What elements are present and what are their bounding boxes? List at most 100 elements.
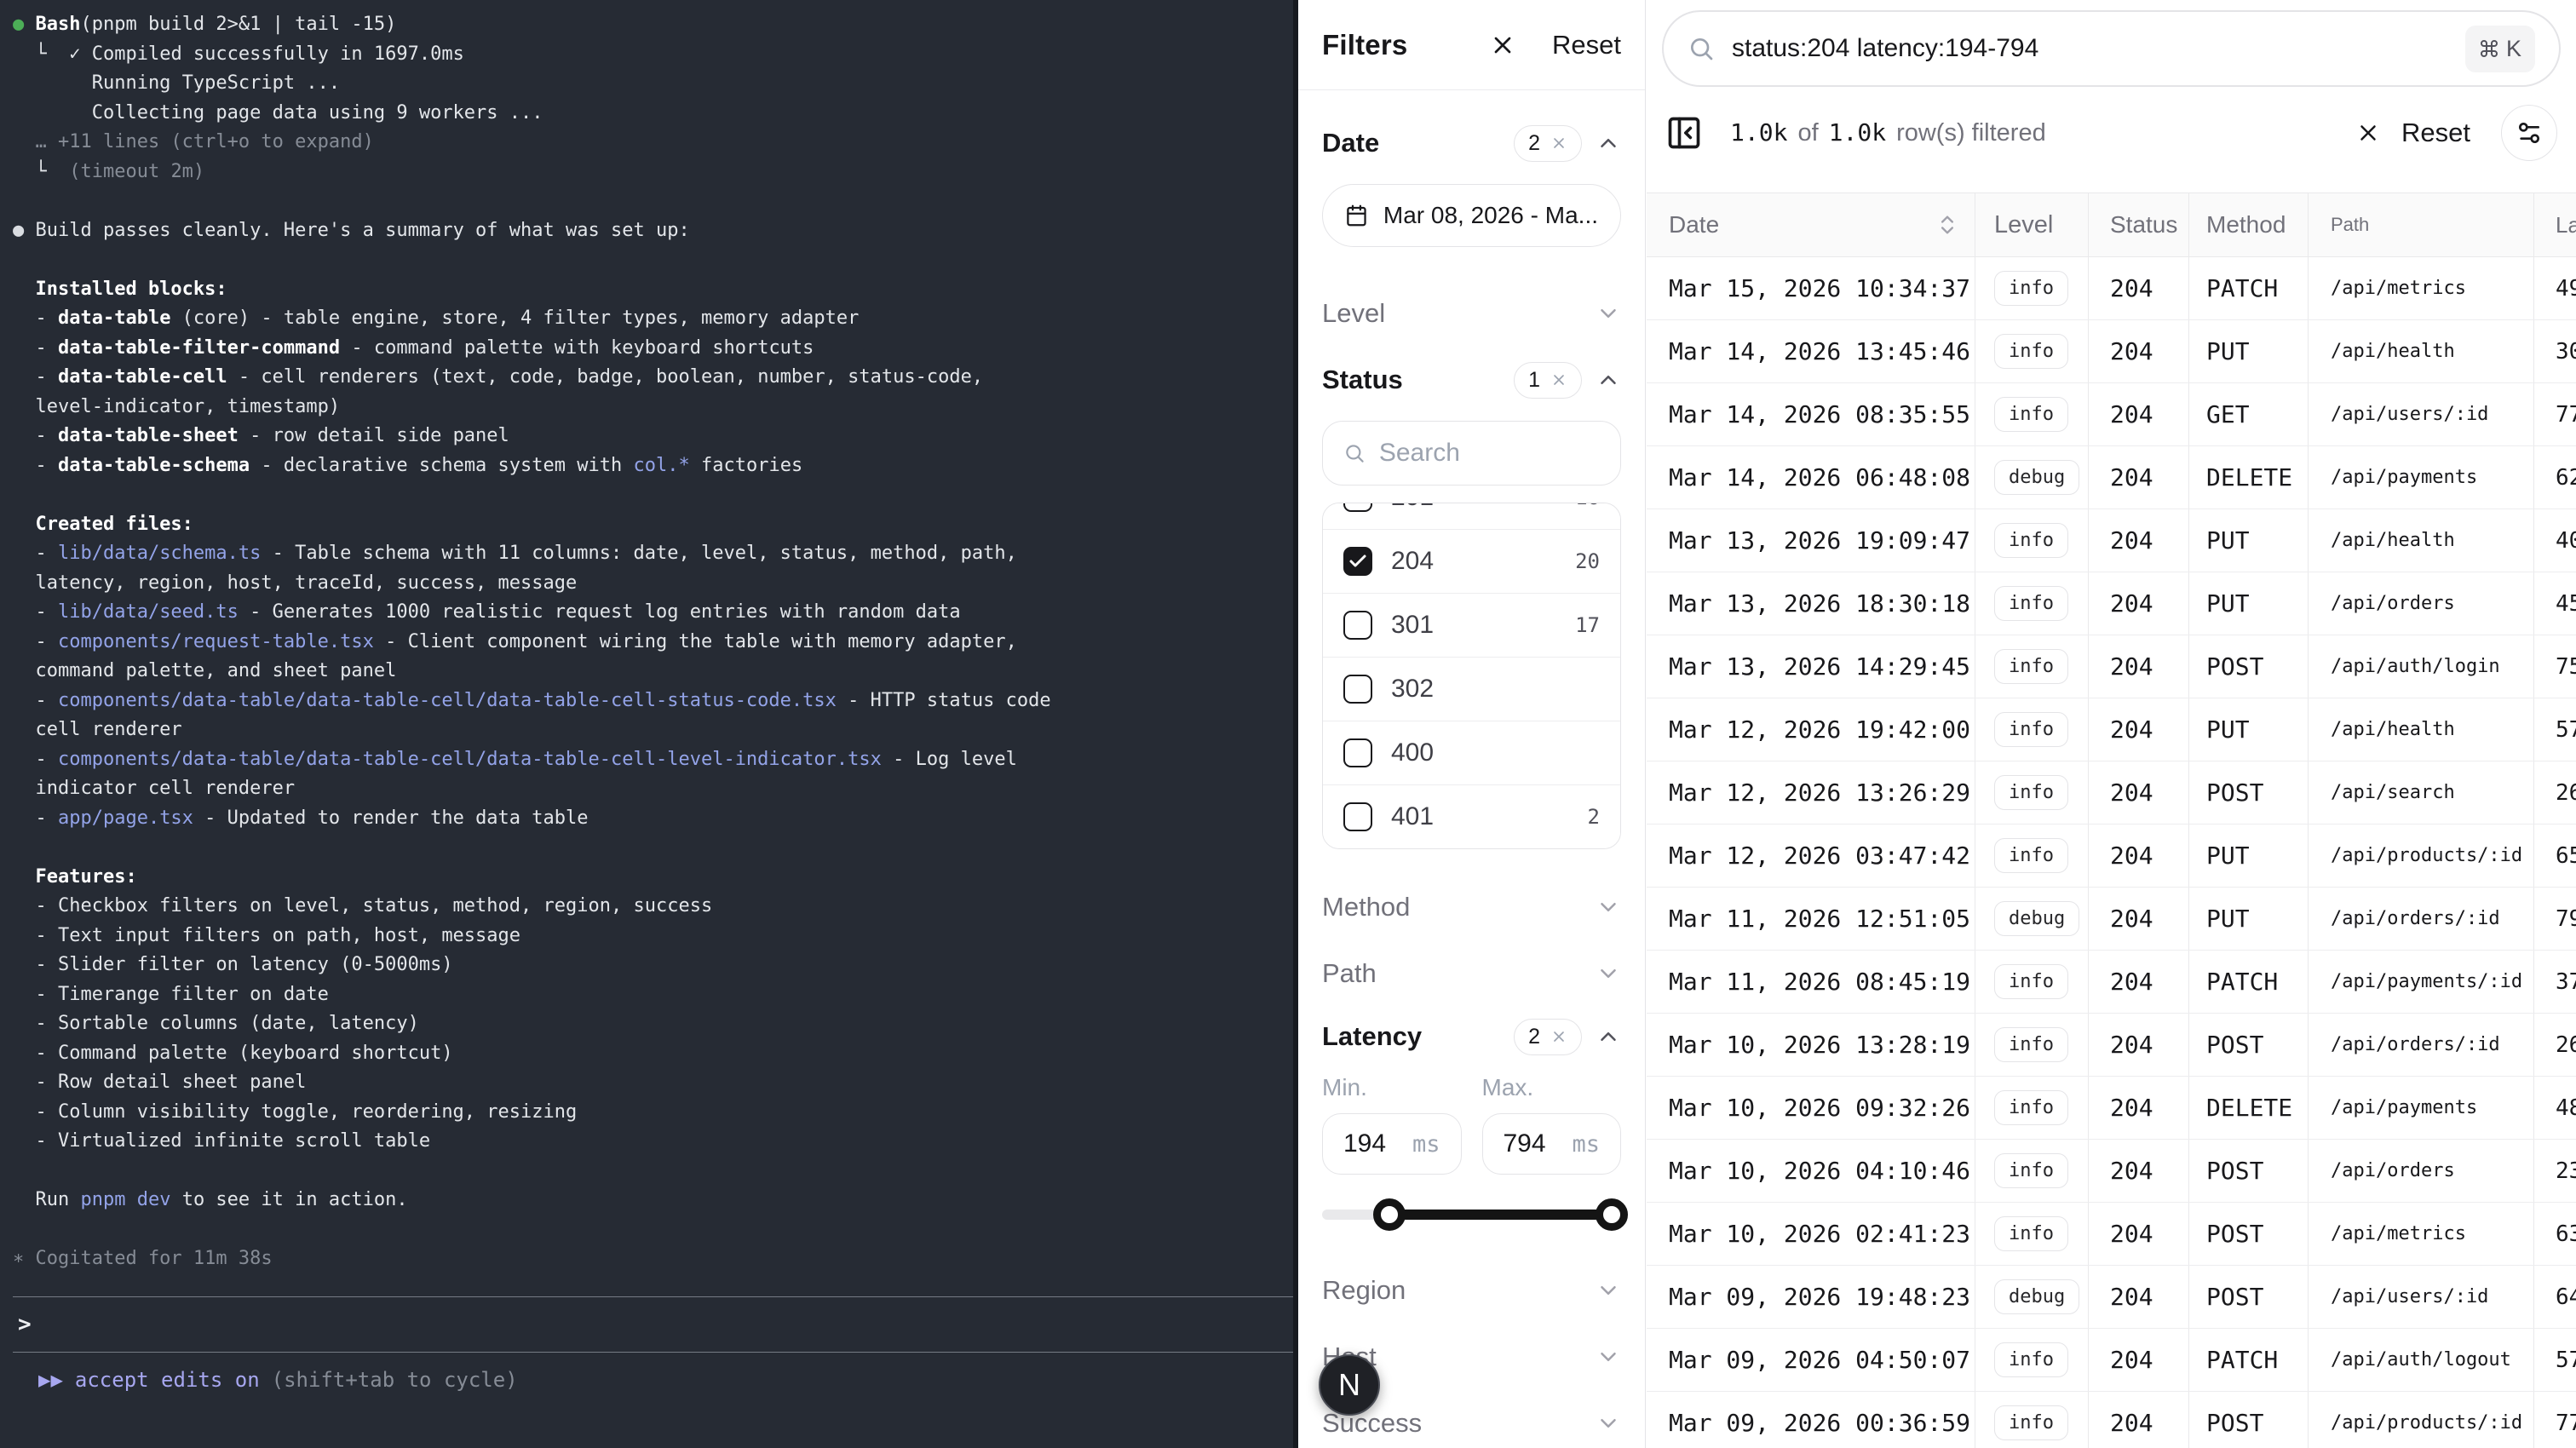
column-header-path[interactable]: Path [2309,193,2534,256]
chevron-up-icon [1596,1024,1621,1049]
table-row[interactable]: Mar 09, 2026 04:50:07info204PATCH/api/au… [1647,1329,2576,1392]
column-header-date[interactable]: Date [1647,193,1975,256]
terminal-line: - data-table-schema - declarative schema… [13,451,1288,481]
date-filter-count-badge[interactable]: 2 [1514,125,1582,162]
terminal-line: - Checkbox filters on level, status, met… [13,892,1288,922]
terminal-input[interactable]: > [13,1297,1288,1352]
table-search-input[interactable] [1732,34,2448,63]
column-header-status[interactable]: Status [2089,193,2189,256]
table-row[interactable]: Mar 09, 2026 19:48:23debug204POST/api/us… [1647,1266,2576,1329]
terminal-line: cell renderer [13,715,1288,745]
table-row[interactable]: Mar 11, 2026 12:51:05debug204PUT/api/ord… [1647,888,2576,951]
table-row[interactable]: Mar 14, 2026 13:45:46info204PUT/api/heal… [1647,320,2576,383]
column-header-method[interactable]: Method [2189,193,2309,256]
nextjs-devtools-button[interactable]: N [1319,1354,1380,1416]
terminal-line: └ ✓ Compiled successfully in 1697.0ms [13,40,1288,70]
filter-label-level: Level [1322,298,1385,329]
level-badge: info [1994,271,2068,306]
table-row[interactable]: Mar 10, 2026 13:28:19info204POST/api/ord… [1647,1014,2576,1077]
table-row[interactable]: Mar 14, 2026 08:35:55info204GET/api/user… [1647,383,2576,446]
filter-section-region[interactable]: Region [1322,1272,1621,1309]
chevron-down-icon [1596,894,1621,920]
filter-section-status[interactable]: Status 1 [1322,361,1621,399]
status-option-301[interactable]: 30117 [1323,593,1620,657]
checkbox-icon [1343,802,1372,831]
table-row[interactable]: Mar 11, 2026 08:45:19info204PATCH/api/pa… [1647,951,2576,1014]
nextjs-logo: N [1338,1367,1360,1403]
terminal-line: - lib/data/schema.ts - Table schema with… [13,539,1288,569]
filters-panel: Filters Reset Date 2 Mar 08, 2026 - Ma..… [1298,0,1646,1448]
filter-section-date[interactable]: Date 2 [1322,124,1621,162]
filter-section-path[interactable]: Path [1322,955,1621,992]
table-row[interactable]: Mar 14, 2026 06:48:08debug204DELETE/api/… [1647,446,2576,509]
column-header-latency[interactable]: Latency [2534,193,2576,256]
terminal-status-bar: ▶▶accept edits on(shift+tab to cycle) [13,1368,1288,1392]
terminal-line [13,187,1288,216]
status-option-302[interactable]: 302 [1323,657,1620,721]
terminal-line [13,245,1288,275]
table-row[interactable]: Mar 13, 2026 19:09:47info204PUT/api/heal… [1647,509,2576,572]
latency-max-label: Max. [1482,1074,1622,1101]
table-row[interactable]: Mar 13, 2026 14:29:45info204POST/api/aut… [1647,635,2576,698]
table-toolbar: 1.0kof1.0krow(s) filtered Reset [1647,94,2576,172]
prompt-caret: > [13,1312,32,1337]
level-badge: debug [1994,460,2079,495]
clear-filters-button[interactable] [2355,120,2381,146]
table-row[interactable]: Mar 10, 2026 04:10:46info204POST/api/ord… [1647,1140,2576,1203]
level-badge: info [1994,1216,2068,1251]
terminal-line: - app/page.tsx - Updated to render the d… [13,804,1288,834]
status-option-204[interactable]: 20420 [1323,529,1620,593]
latency-min-label: Min. [1322,1074,1462,1101]
view-options-button[interactable] [2501,105,2557,161]
table-row[interactable]: Mar 09, 2026 00:36:59info204POST/api/pro… [1647,1392,2576,1448]
level-badge: info [1994,712,2068,747]
level-badge: info [1994,649,2068,684]
status-option-400[interactable]: 400 [1323,721,1620,784]
filter-section-method[interactable]: Method [1322,888,1621,926]
sidebar-toggle-button[interactable] [1665,114,1703,152]
latency-min-value: 194 [1343,1129,1386,1158]
filters-reset-button[interactable]: Reset [1552,30,1621,60]
chevron-down-icon [1596,1411,1621,1436]
status-search-box [1322,421,1621,486]
latency-min-field[interactable]: 194 ms [1322,1113,1462,1175]
table-row[interactable]: Mar 10, 2026 02:41:23info204POST/api/met… [1647,1203,2576,1266]
table-reset-button[interactable]: Reset [2401,118,2470,148]
latency-filter-count-badge[interactable]: 2 [1514,1019,1582,1055]
table-row[interactable]: Mar 12, 2026 13:26:29info204POST/api/sea… [1647,761,2576,825]
column-header-level[interactable]: Level [1975,193,2089,256]
terminal-line: Running TypeScript ... [13,69,1288,99]
clear-icon [1550,371,1567,388]
terminal-line: Run pnpm dev to see it in action. [13,1186,1288,1215]
status-option-401[interactable]: 4012 [1323,784,1620,848]
terminal-line [13,833,1288,863]
slider-handle-max[interactable] [1596,1198,1628,1231]
date-range-button[interactable]: Mar 08, 2026 - Ma... [1322,184,1621,247]
table-row[interactable]: Mar 12, 2026 03:47:42info204PUT/api/prod… [1647,825,2576,888]
latency-max-field[interactable]: 794 ms [1482,1113,1622,1175]
filters-close-button[interactable] [1489,32,1516,59]
status-search-input[interactable] [1379,439,1600,468]
terminal-line [13,480,1288,510]
table-row[interactable]: Mar 13, 2026 18:30:18info204PUT/api/orde… [1647,572,2576,635]
slider-handle-min[interactable] [1373,1198,1406,1231]
table-row[interactable]: Mar 15, 2026 10:34:37info204PATCH/api/me… [1647,257,2576,320]
sort-icon[interactable] [1935,213,1959,237]
filter-section-latency[interactable]: Latency 2 [1322,1018,1621,1055]
table-row[interactable]: Mar 12, 2026 19:42:00info204PUT/api/heal… [1647,698,2576,761]
terminal-line: - Sortable columns (date, latency) [13,1009,1288,1039]
level-badge: info [1994,838,2068,873]
terminal-line: - Slider filter on latency (0-5000ms) [13,951,1288,980]
filter-label-status: Status [1322,365,1403,395]
status-filter-count-badge[interactable]: 1 [1514,362,1582,399]
latency-unit: ms [1572,1131,1600,1158]
table-row[interactable]: Mar 10, 2026 09:32:26info204DELETE/api/p… [1647,1077,2576,1140]
clear-icon [1550,1028,1567,1045]
status-option-201[interactable]: 20116 [1323,503,1620,529]
filter-section-level[interactable]: Level [1322,295,1621,332]
filter-section-success[interactable]: Success [1322,1405,1621,1442]
total-count: 1.0k [1829,118,1886,147]
table-header: Date Level Status Method Path Latency [1647,192,2576,257]
date-range-value: Mar 08, 2026 - Ma... [1383,202,1598,229]
terminal-line: - components/data-table/data-table-cell/… [13,745,1288,775]
